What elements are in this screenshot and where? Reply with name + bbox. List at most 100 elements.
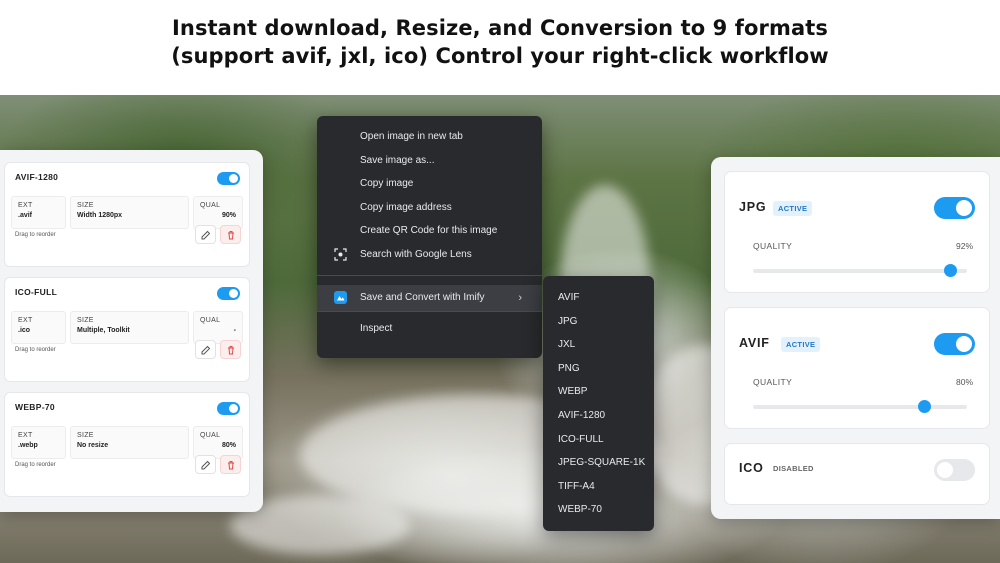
preset-card-avif-1280: AVIF-1280 EXT .avif SIZE Width 1280px QU… [4,162,250,267]
format-card-avif: AVIF ACTIVE QUALITY 80% [724,307,990,429]
delete-button[interactable] [220,455,241,474]
qual-label: QUAL [200,432,221,439]
headline-line-2: (support avif, jxl, ico) Control your ri… [171,44,829,68]
edit-button[interactable] [195,340,216,359]
submenu-item-webp-70[interactable]: WEBP-70 [543,498,654,522]
ext-field[interactable]: EXT .avif [11,196,66,229]
ext-value: .ico [18,327,31,334]
trash-icon [227,230,234,239]
ext-value: .avif [18,212,33,219]
preset-name: AVIF-1280 [15,172,59,182]
slider-knob[interactable] [918,400,932,413]
format-name: JPG [739,200,767,214]
delete-button[interactable] [220,340,241,359]
delete-button[interactable] [220,225,241,244]
submenu-item-ico-full[interactable]: ICO-FULL [543,428,654,452]
ext-label: EXT [18,202,33,209]
slider-knob[interactable] [943,264,957,277]
menu-inspect[interactable]: Inspect [317,321,542,345]
format-card-jpg: JPG ACTIVE QUALITY 92% [724,171,990,293]
ext-field[interactable]: EXT .webp [11,426,66,459]
qual-label: QUAL [200,202,221,209]
headline: Instant download, Resize, and Conversion… [0,0,1000,95]
status-badge: ACTIVE [781,337,821,352]
size-field[interactable]: SIZE Multiple, Toolkit [70,311,189,344]
format-card-ico: ICO DISABLED [724,443,990,505]
preset-toggle[interactable] [217,287,240,300]
preset-name: WEBP-70 [15,402,55,412]
size-field[interactable]: SIZE Width 1280px [70,196,189,229]
edit-icon [201,460,210,469]
size-value: Width 1280px [77,212,123,219]
ext-label: EXT [18,432,33,439]
quality-label: QUALITY [753,241,793,251]
imify-logo-icon [334,291,347,304]
submenu-item-png[interactable]: PNG [543,357,654,381]
quality-slider[interactable] [753,264,967,277]
ext-field[interactable]: EXT .ico [11,311,66,344]
format-toggle[interactable] [934,459,975,481]
quality-slider[interactable] [753,400,967,413]
quality-label: QUALITY [753,377,793,387]
preset-card-webp-70: WEBP-70 EXT .webp SIZE No resize QUAL 80… [4,392,250,497]
preset-toggle[interactable] [217,172,240,185]
menu-create-qr-code[interactable]: Create QR Code for this image [317,223,542,247]
format-name: AVIF [739,336,770,350]
quality-value: 92% [955,241,973,251]
edit-icon [201,230,210,239]
size-label: SIZE [77,202,94,209]
trash-icon [227,460,234,469]
drag-hint: Drag to reorder [15,462,56,468]
status-badge: DISABLED [773,464,814,473]
convert-submenu: AVIF JPG JXL PNG WEBP AVIF-1280 ICO-FULL… [543,276,654,531]
format-name: ICO [739,461,764,475]
menu-search-google-lens[interactable]: Search with Google Lens [317,247,542,271]
submenu-item-webp[interactable]: WEBP [543,380,654,404]
quality-value: 80% [955,377,973,387]
menu-separator [317,311,542,312]
status-badge: ACTIVE [773,201,813,216]
drag-hint: Drag to reorder [15,232,56,238]
submenu-item-avif[interactable]: AVIF [543,286,654,310]
ext-label: EXT [18,317,33,324]
preset-list-panel: AVIF-1280 EXT .avif SIZE Width 1280px QU… [0,150,263,512]
menu-open-in-new-tab[interactable]: Open image in new tab [317,129,542,153]
format-toggle[interactable] [934,197,975,219]
preset-name: ICO-FULL [15,287,58,297]
qual-value: - [233,327,236,334]
qual-value: 90% [221,212,236,219]
context-menu: Open image in new tab Save image as... C… [317,116,542,358]
menu-save-image-as[interactable]: Save image as... [317,153,542,177]
format-toggle[interactable] [934,333,975,355]
submenu-item-jxl[interactable]: JXL [543,333,654,357]
edit-icon [201,345,210,354]
preset-toggle[interactable] [217,402,240,415]
lens-icon [334,247,347,261]
size-field[interactable]: SIZE No resize [70,426,189,459]
trash-icon [227,345,234,354]
headline-line-1: Instant download, Resize, and Conversion… [171,16,828,40]
submenu-item-avif-1280[interactable]: AVIF-1280 [543,404,654,428]
submenu-item-jpg[interactable]: JPG [543,310,654,334]
menu-search-google-lens-label: Search with Google Lens [360,248,472,260]
qual-label: QUAL [200,317,221,324]
menu-save-and-convert-label: Save and Convert with Imify [360,292,485,303]
size-value: No resize [77,442,109,449]
edit-button[interactable] [195,455,216,474]
drag-hint: Drag to reorder [15,347,56,353]
qual-value: 80% [221,442,236,449]
submenu-item-tiff-a4[interactable]: TIFF-A4 [543,475,654,499]
submenu-item-jpeg-square-1k[interactable]: JPEG-SQUARE-1K [543,451,654,475]
size-label: SIZE [77,432,94,439]
menu-save-and-convert[interactable]: Save and Convert with Imify › [317,285,542,311]
preset-card-ico-full: ICO-FULL EXT .ico SIZE Multiple, Toolkit… [4,277,250,382]
chevron-right-icon: › [518,292,522,304]
menu-separator [317,275,542,276]
ext-value: .webp [18,442,38,449]
menu-copy-image[interactable]: Copy image [317,176,542,200]
size-label: SIZE [77,317,94,324]
menu-copy-image-address[interactable]: Copy image address [317,200,542,224]
size-value: Multiple, Toolkit [77,327,130,334]
format-settings-panel: JPG ACTIVE QUALITY 92% AVIF ACTIVE QUALI… [711,157,1000,519]
edit-button[interactable] [195,225,216,244]
